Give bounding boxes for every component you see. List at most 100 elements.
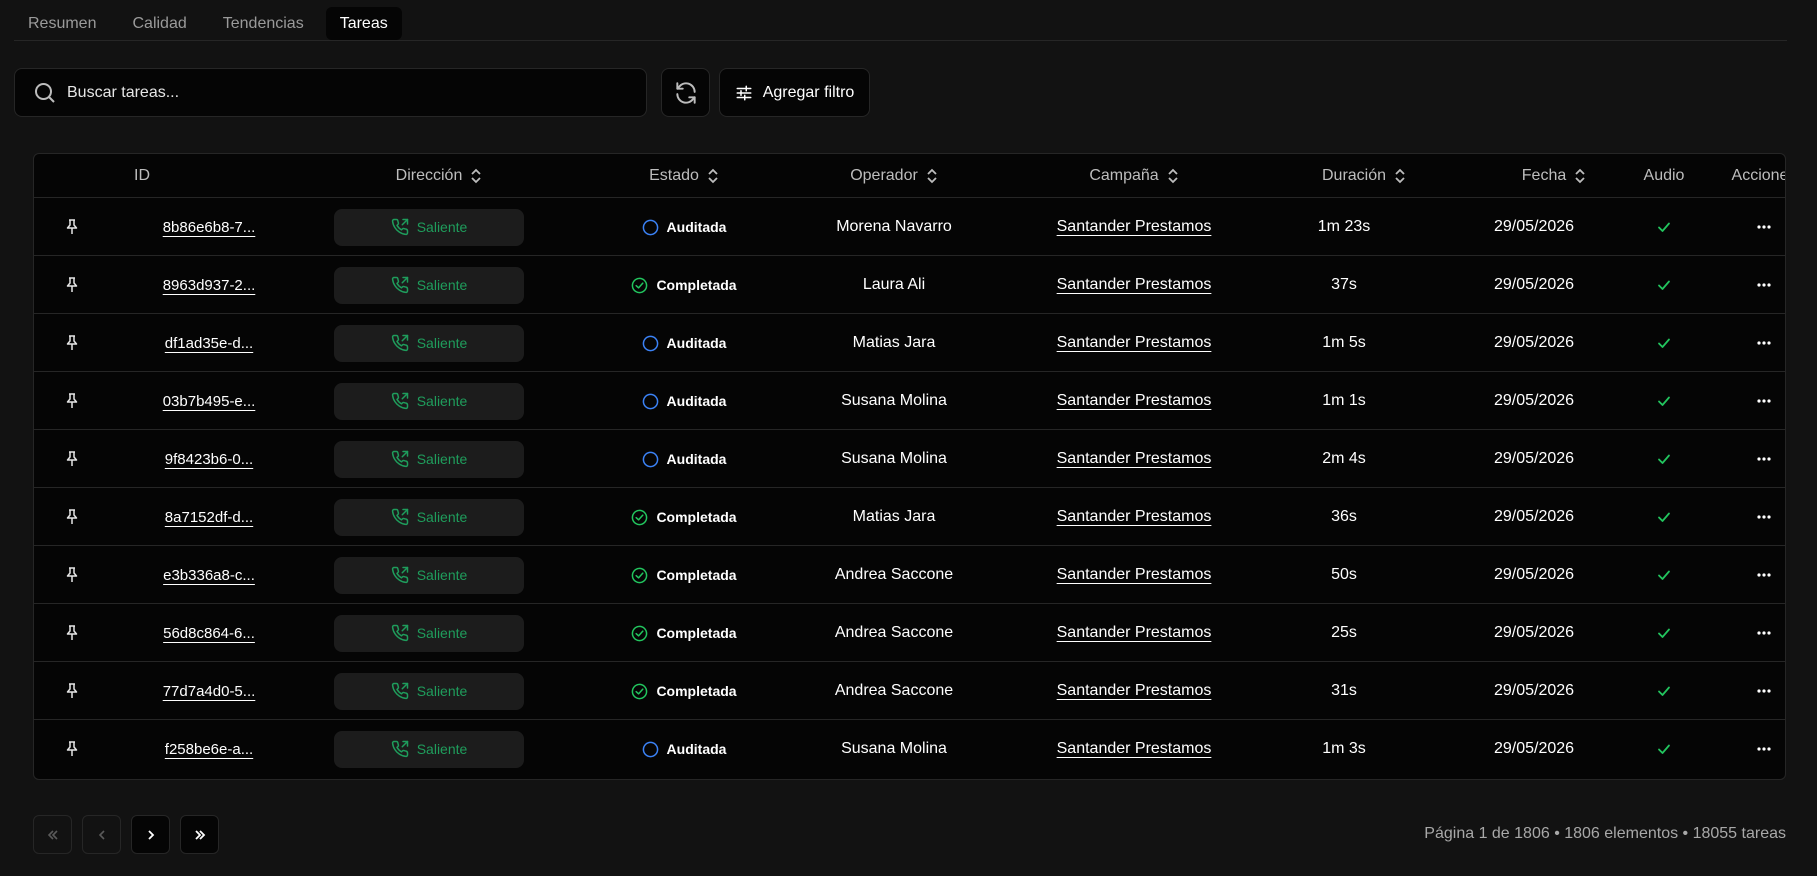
task-id-link[interactable]: 9f8423b6-0...	[165, 451, 253, 468]
search-icon	[35, 82, 55, 103]
add-filter-button[interactable]: Agregar filtro	[719, 68, 870, 117]
tab-calidad[interactable]: Calidad	[118, 7, 200, 40]
check-icon	[1656, 567, 1672, 583]
pin-button[interactable]	[54, 256, 89, 314]
actions-button[interactable]	[1714, 720, 1785, 778]
actions-button[interactable]	[1714, 604, 1785, 662]
actions-button[interactable]	[1714, 662, 1785, 720]
pin-button[interactable]	[54, 720, 89, 778]
campaign-link[interactable]: Santander Prestamos	[1057, 392, 1212, 410]
table-row[interactable]: 8a7152df-d... Saliente Completada Matias Ja…	[34, 488, 1785, 546]
duration-cell: 25s	[1244, 604, 1444, 662]
pin-button[interactable]	[54, 430, 89, 488]
more-horizontal-icon	[1756, 509, 1772, 525]
task-id-link[interactable]: 56d8c864-6...	[163, 625, 255, 642]
campaign-link[interactable]: Santander Prestamos	[1057, 624, 1212, 642]
table-row[interactable]: 03b7b495-e... Saliente Auditada Susana Moli…	[34, 372, 1785, 430]
audio-cell	[1614, 604, 1714, 662]
direction-label: Saliente	[416, 335, 468, 351]
first-page-button[interactable]	[33, 815, 72, 854]
last-page-button[interactable]	[180, 815, 219, 854]
id-cell: f258be6e-a...	[109, 720, 309, 778]
next-page-button[interactable]	[131, 815, 170, 854]
tab-resumen[interactable]: Resumen	[14, 7, 110, 40]
direction-cell: Saliente	[334, 314, 524, 372]
campaign-link[interactable]: Santander Prestamos	[1057, 682, 1212, 700]
campaign-link[interactable]: Santander Prestamos	[1057, 508, 1212, 526]
check-icon	[1656, 741, 1672, 757]
table-row[interactable]: e3b336a8-c... Saliente Completada Andrea Sa…	[34, 546, 1785, 604]
table-row[interactable]: 56d8c864-6... Saliente Completada Andrea Sa…	[34, 604, 1785, 662]
task-id-link[interactable]: 8963d937-2...	[163, 277, 256, 294]
task-id-link[interactable]: 77d7a4d0-5...	[163, 683, 256, 700]
table-row[interactable]: 8b86e6b8-7... Saliente Auditada Morena Nava…	[34, 198, 1785, 256]
task-id-link[interactable]: e3b336a8-c...	[163, 567, 255, 584]
pin-button[interactable]	[54, 314, 89, 372]
campaign-link[interactable]: Santander Prestamos	[1057, 740, 1212, 758]
direction-label: Saliente	[416, 451, 468, 467]
outgoing-call-icon	[391, 682, 409, 700]
id-cell: 8a7152df-d...	[109, 488, 309, 546]
tab-tendencias[interactable]: Tendencias	[209, 7, 318, 40]
more-horizontal-icon	[1756, 567, 1772, 583]
actions-button[interactable]	[1714, 372, 1785, 430]
circle-icon	[642, 335, 659, 352]
col-operator-header[interactable]: Operador	[794, 154, 994, 198]
col-status-header[interactable]: Estado	[594, 154, 774, 198]
operator-name: Matias Jara	[852, 334, 936, 351]
task-id-link[interactable]: 8b86e6b8-7...	[163, 219, 256, 236]
table-row[interactable]: f258be6e-a... Saliente Auditada Susana Moli…	[34, 720, 1785, 778]
pin-button[interactable]	[54, 488, 89, 546]
status-cell: Completada	[574, 546, 794, 604]
col-id-label: ID	[134, 167, 150, 184]
status-badge: Completada	[631, 567, 737, 584]
campaign-link[interactable]: Santander Prestamos	[1057, 450, 1212, 468]
tab-tareas[interactable]: Tareas	[325, 7, 402, 40]
campaign-cell: Santander Prestamos	[999, 314, 1269, 372]
pin-button[interactable]	[54, 546, 89, 604]
campaign-link[interactable]: Santander Prestamos	[1057, 218, 1212, 236]
actions-button[interactable]	[1714, 546, 1785, 604]
direction-cell: Saliente	[334, 198, 524, 256]
operator-name: Laura Ali	[862, 276, 926, 293]
table-row[interactable]: 9f8423b6-0... Saliente Auditada Susana Moli…	[34, 430, 1785, 488]
campaign-link[interactable]: Santander Prestamos	[1057, 334, 1212, 352]
pin-button[interactable]	[54, 198, 89, 256]
table-row[interactable]: 8963d937-2... Saliente Completada Laura Ali…	[34, 256, 1785, 314]
task-id-link[interactable]: 8a7152df-d...	[165, 509, 253, 526]
task-id-link[interactable]: f258be6e-a...	[165, 741, 253, 758]
date-value: 29/05/2026	[1493, 392, 1575, 409]
campaign-link[interactable]: Santander Prestamos	[1057, 566, 1212, 584]
actions-button[interactable]	[1714, 430, 1785, 488]
pin-button[interactable]	[54, 372, 89, 430]
prev-page-button[interactable]	[82, 815, 121, 854]
actions-button[interactable]	[1714, 314, 1785, 372]
date-value: 29/05/2026	[1493, 508, 1575, 525]
table-row[interactable]: 77d7a4d0-5... Saliente Completada Andrea Sa…	[34, 662, 1785, 720]
actions-button[interactable]	[1714, 198, 1785, 256]
direction-cell: Saliente	[334, 662, 524, 720]
actions-button[interactable]	[1714, 256, 1785, 314]
col-duration-header[interactable]: Duración	[1264, 154, 1464, 198]
duration-cell: 37s	[1244, 256, 1444, 314]
pin-button[interactable]	[54, 604, 89, 662]
chevrons-right-icon	[194, 829, 205, 840]
col-direction-header[interactable]: Dirección	[334, 154, 544, 198]
search-input[interactable]	[67, 83, 627, 102]
status-cell: Auditada	[574, 720, 794, 778]
table-row[interactable]: df1ad35e-d... Saliente Auditada Matias Jara…	[34, 314, 1785, 372]
campaign-cell: Santander Prestamos	[999, 198, 1269, 256]
more-horizontal-icon	[1756, 277, 1772, 293]
pin-button[interactable]	[54, 662, 89, 720]
campaign-cell: Santander Prestamos	[999, 430, 1269, 488]
col-campaign-header[interactable]: Campaña	[1024, 154, 1244, 198]
circle-icon	[642, 219, 659, 236]
status-badge: Completada	[631, 625, 737, 642]
task-id-link[interactable]: df1ad35e-d...	[165, 335, 253, 352]
search-box[interactable]	[14, 68, 647, 117]
refresh-button[interactable]	[661, 68, 710, 117]
task-id-link[interactable]: 03b7b495-e...	[163, 393, 256, 410]
actions-button[interactable]	[1714, 488, 1785, 546]
campaign-link[interactable]: Santander Prestamos	[1057, 276, 1212, 294]
direction-cell: Saliente	[334, 546, 524, 604]
